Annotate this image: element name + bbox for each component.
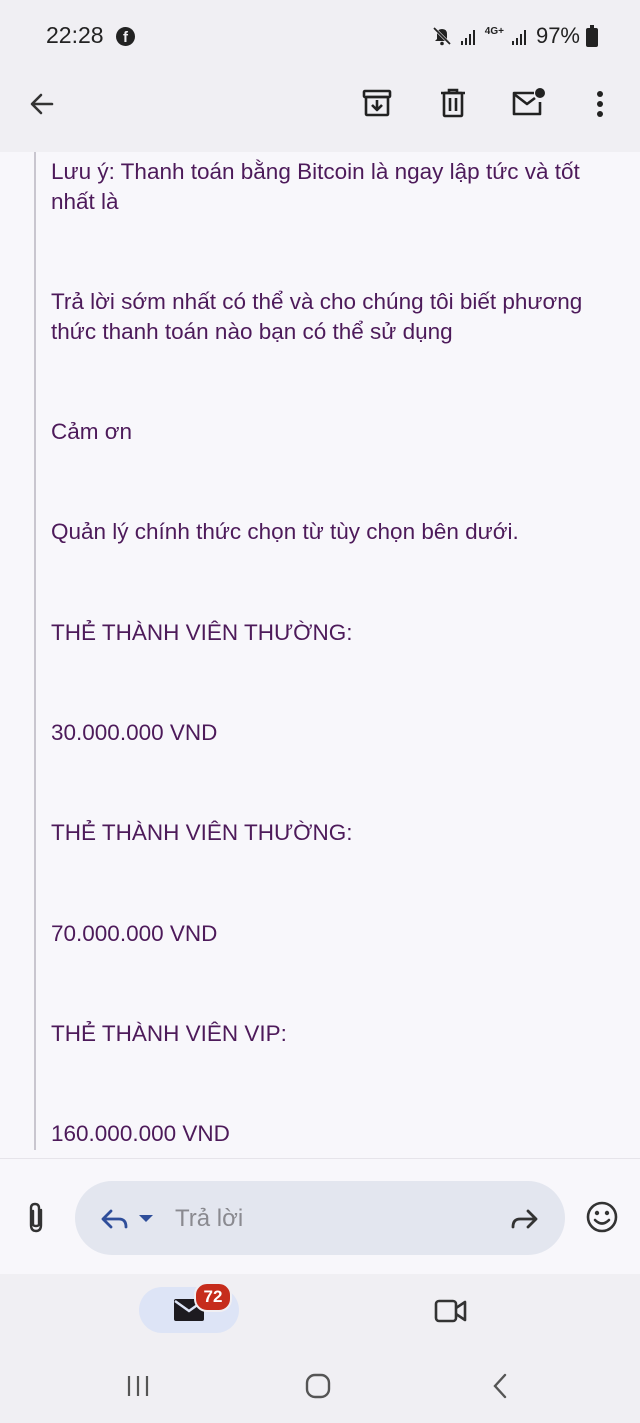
- signal-icon: [511, 30, 526, 45]
- unread-count-badge: 72: [194, 1282, 232, 1312]
- reply-bar: Trả lời: [0, 1158, 640, 1275]
- email-toolbar: [0, 72, 640, 152]
- battery-level: 97%: [535, 23, 580, 48]
- email-paragraph: THẺ THÀNH VIÊN THƯỜNG:: [51, 620, 353, 645]
- reply-icon: [101, 1209, 128, 1229]
- nav-meet[interactable]: [426, 1290, 476, 1332]
- forward-icon: [511, 1209, 538, 1229]
- chevron-down-icon: [139, 1215, 153, 1222]
- recent-apps-icon: [127, 1376, 149, 1396]
- archive-icon: [362, 89, 392, 117]
- battery-icon: [586, 25, 598, 47]
- email-paragraph: Quản lý chính thức chọn từ tùy chọn bên …: [51, 519, 519, 544]
- system-back-button[interactable]: [480, 1366, 520, 1406]
- network-type: 4G+: [484, 26, 504, 37]
- back-arrow-icon: [30, 93, 54, 115]
- email-paragraph: 30.000.000 VND: [51, 720, 218, 745]
- more-vert-icon: [597, 91, 603, 117]
- mute-icon: [432, 26, 451, 46]
- home-icon: [305, 1373, 331, 1399]
- email-paragraph: Trả lời sớm nhất có thể và cho chúng tôi…: [51, 289, 583, 344]
- video-camera-icon: [434, 1299, 467, 1323]
- more-options-button[interactable]: [580, 84, 620, 124]
- bottom-nav: 72: [0, 1274, 640, 1350]
- email-body[interactable]: Lưu ý: Thanh toán bằng Bitcoin là ngay l…: [0, 152, 640, 1158]
- back-button[interactable]: [22, 84, 62, 124]
- status-time: 22:28: [46, 22, 104, 48]
- reply-mode-button[interactable]: [93, 1199, 161, 1239]
- forward-button[interactable]: [505, 1199, 545, 1239]
- trash-icon: [441, 88, 465, 118]
- email-paragraph: Cảm ơn: [51, 419, 133, 444]
- chevron-left-icon: [493, 1373, 507, 1399]
- facebook-icon: f: [116, 27, 135, 46]
- email-paragraph: 160.000.000 VND: [51, 1121, 230, 1146]
- email-paragraph: THẺ THÀNH VIÊN VIP:: [51, 1021, 287, 1046]
- attach-button[interactable]: [18, 1197, 54, 1239]
- reply-field[interactable]: Trả lời: [75, 1181, 565, 1255]
- delete-button[interactable]: [432, 82, 474, 124]
- reply-placeholder: Trả lời: [175, 1205, 244, 1232]
- recent-apps-button[interactable]: [118, 1368, 158, 1404]
- quote-bar: [34, 152, 36, 1150]
- email-paragraph: Lưu ý: Thanh toán bằng Bitcoin là ngay l…: [51, 159, 580, 214]
- email-paragraph: THẺ THÀNH VIÊN THƯỜNG:: [51, 820, 353, 845]
- home-button[interactable]: [298, 1366, 338, 1406]
- status-bar: 22:28 f 4G+ 97%: [0, 0, 640, 72]
- attachment-icon: [29, 1202, 43, 1233]
- system-nav-bar: [0, 1350, 640, 1423]
- email-paragraph: 70.000.000 VND: [51, 921, 218, 946]
- signal-icon: [460, 30, 475, 45]
- mark-unread-button[interactable]: [506, 82, 550, 124]
- mark-unread-icon: [512, 88, 545, 116]
- archive-button[interactable]: [356, 82, 398, 124]
- emoji-button[interactable]: [580, 1195, 624, 1239]
- status-icons: 4G+ 97%: [431, 22, 598, 50]
- emoji-icon: [586, 1201, 618, 1233]
